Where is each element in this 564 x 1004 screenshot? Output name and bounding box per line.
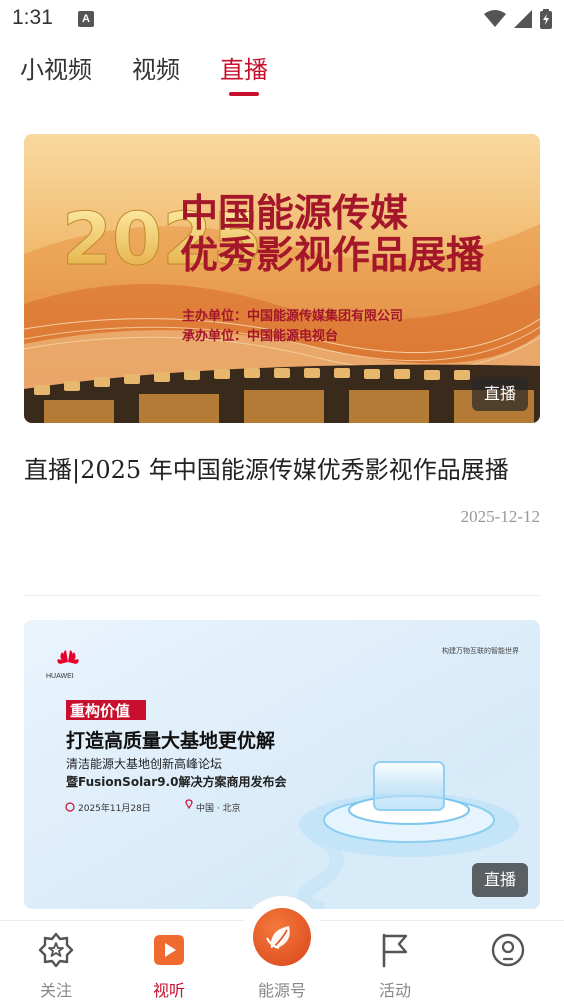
- signal-icon: [514, 10, 532, 28]
- tab-video[interactable]: 视频: [132, 50, 180, 85]
- status-bar: 1:31 A: [0, 0, 564, 38]
- live-feed: 2025 中国能源传媒 优秀影视作品展播 主办单位：中国能源传媒集团有限公司 承…: [0, 104, 564, 920]
- nav-watch[interactable]: 视听: [119, 921, 219, 1004]
- thumbnail-location: 中国 · 北京: [196, 802, 241, 814]
- live-thumbnail[interactable]: HUAWEI 构建万物互联的智能世界 重构价值 打造高质量大基地更优解 清洁能源…: [24, 620, 540, 909]
- a-letter-icon: A: [78, 11, 94, 27]
- tab-short-video[interactable]: 小视频: [20, 50, 92, 85]
- tab-live[interactable]: 直播: [220, 50, 268, 85]
- thumbnail-tag: 重构价值: [70, 702, 130, 720]
- channel-tabs: 小视频 视频 直播: [0, 44, 564, 104]
- thumbnail-art-energy-media: 2025 中国能源传媒 优秀影视作品展播 主办单位：中国能源传媒集团有限公司 承…: [24, 134, 540, 423]
- play-icon: [154, 935, 184, 965]
- star-badge-icon: [38, 932, 74, 968]
- nav-follow[interactable]: 关注: [6, 921, 106, 1004]
- nav-follow-label: 关注: [39, 981, 72, 1000]
- thumbnail-subtitle-2: 暨FusionSolar9.0解决方案商用发布会: [66, 774, 287, 789]
- energy-center-button[interactable]: [253, 908, 311, 966]
- thumbnail-event-date: 2025年11月28日: [78, 802, 151, 814]
- flag-icon: [382, 933, 408, 968]
- live-card[interactable]: 2025 中国能源传媒 优秀影视作品展播 主办单位：中国能源传媒集团有限公司 承…: [24, 134, 540, 527]
- profile-icon: [491, 933, 525, 967]
- nav-profile[interactable]: [458, 921, 558, 1004]
- nav-activity-label: 活动: [378, 981, 411, 1000]
- thumbnail-headline: 打造高质量大基地更优解: [66, 729, 275, 752]
- live-card-date: 2025-12-12: [460, 507, 540, 526]
- thumbnail-organizer-line: 承办单位：中国能源电视台: [182, 328, 338, 344]
- thumbnail-slogan: 构建万物互联的智能世界: [442, 646, 519, 655]
- live-card[interactable]: HUAWEI 构建万物互联的智能世界 重构价值 打造高质量大基地更优解 清洁能源…: [24, 620, 540, 909]
- nav-watch-label: 视听: [152, 981, 185, 1000]
- huawei-logo-text: HUAWEI: [46, 673, 74, 680]
- thumbnail-subtitle-1: 清洁能源大基地创新高峰论坛: [66, 756, 222, 771]
- live-card-title[interactable]: 直播|2025 年中国能源传媒优秀影视作品展播: [24, 447, 540, 493]
- thumbnail-headline-1: 中国能源传媒: [180, 191, 408, 235]
- wifi-icon: [484, 10, 506, 27]
- leaf-icon: [266, 926, 290, 949]
- live-thumbnail[interactable]: 2025 中国能源传媒 优秀影视作品展播 主办单位：中国能源传媒集团有限公司 承…: [24, 134, 540, 423]
- thumbnail-host-line: 主办单位：中国能源传媒集团有限公司: [182, 308, 403, 324]
- nav-activity[interactable]: 活动: [345, 921, 445, 1004]
- status-time: 1:31: [12, 6, 53, 29]
- battery-icon: [540, 9, 552, 29]
- thumbnail-art-fusionsolar: HUAWEI 构建万物互联的智能世界 重构价值 打造高质量大基地更优解 清洁能源…: [24, 620, 540, 909]
- live-badge: 直播: [472, 377, 528, 411]
- card-divider: [24, 595, 540, 596]
- status-icons: [484, 9, 552, 29]
- nav-energy-label: 能源号: [257, 981, 306, 1000]
- active-tab-indicator: [229, 92, 259, 96]
- live-badge: 直播: [472, 863, 528, 897]
- thumbnail-headline-2: 优秀影视作品展播: [180, 233, 485, 277]
